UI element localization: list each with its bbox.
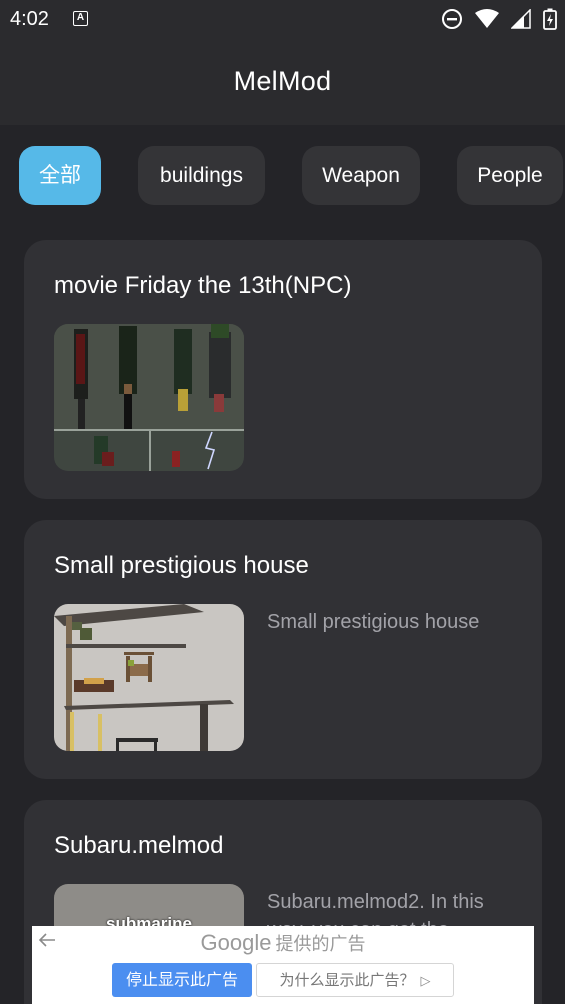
chip-buildings[interactable]: buildings	[138, 146, 265, 205]
ad-banner: Google 提供的广告 停止显示此广告 为什么显示此广告？ ▷	[32, 926, 534, 1004]
do-not-disturb-icon	[442, 9, 462, 29]
mod-description: Small prestigious house	[267, 611, 480, 633]
wifi-icon	[475, 9, 499, 28]
chip-weapon[interactable]: Weapon	[302, 146, 420, 205]
mod-title: Small prestigious house	[54, 552, 309, 579]
notification-a-icon: A	[73, 11, 88, 26]
signal-icon	[511, 9, 531, 29]
status-bar: 4:02 A	[0, 0, 565, 40]
ad-header: Google 提供的广告	[32, 930, 534, 956]
ad-provided-label: 提供的广告	[275, 934, 366, 955]
status-time: 4:02	[10, 8, 49, 30]
adchoices-icon: ▷	[420, 974, 431, 989]
mod-card[interactable]: Small prestigious house Small prestigiou…	[24, 520, 542, 779]
google-logo: Google	[200, 930, 272, 955]
mod-card[interactable]: movie Friday the 13th(NPC)	[24, 240, 542, 499]
app-bar: MelMod	[0, 40, 565, 125]
chip-people[interactable]: People	[457, 146, 563, 205]
mod-thumbnail	[54, 324, 244, 471]
stop-showing-ad-button[interactable]: 停止显示此广告	[112, 963, 252, 997]
battery-charging-icon	[543, 8, 557, 30]
mod-title: Subaru.melmod	[54, 832, 224, 859]
category-chips: 全部 buildings Weapon People	[0, 146, 565, 206]
status-icons	[441, 8, 557, 30]
mod-title: movie Friday the 13th(NPC)	[54, 272, 352, 299]
mod-thumbnail	[54, 604, 244, 751]
why-this-ad-label: 为什么显示此广告？	[279, 971, 415, 989]
chip-all[interactable]: 全部	[19, 146, 101, 205]
app-title: MelMod	[233, 66, 332, 96]
why-this-ad-button[interactable]: 为什么显示此广告？ ▷	[256, 963, 454, 997]
